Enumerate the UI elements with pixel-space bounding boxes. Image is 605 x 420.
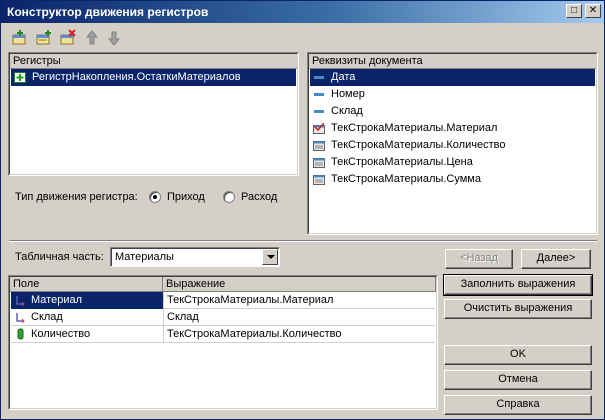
- radio-expense[interactable]: [223, 191, 235, 203]
- radio-income-label[interactable]: Приход: [167, 191, 205, 203]
- field-expression-grid[interactable]: Поле Выражение Материал ТекСтрокаМатериа…: [8, 275, 438, 410]
- delete-register-icon: [60, 29, 76, 45]
- expression-cell[interactable]: ТекСтрокаМатериалы.Материал: [164, 292, 435, 309]
- maximize-icon: □: [570, 5, 578, 16]
- attribute-item[interactable]: ТекСтрокаМатериалы.Материал: [310, 120, 595, 137]
- cancel-button-label: Отмена: [498, 373, 538, 385]
- column-header-expression[interactable]: Выражение: [163, 277, 436, 292]
- attribute-item-label: Склад: [331, 105, 363, 117]
- attribute-item-label: ТекСтрокаМатериалы.Количество: [331, 139, 506, 151]
- add-register-copy-icon: [36, 30, 51, 45]
- table-row[interactable]: Количество ТекСтрокаМатериалы.Количество: [11, 326, 435, 343]
- move-down-icon: [107, 31, 121, 46]
- fill-expressions-button[interactable]: Заполнить выражения: [443, 274, 593, 296]
- register-item-label: РегистрНакопления.ОстаткиМатериалов: [32, 71, 241, 83]
- ok-button-label: OK: [510, 348, 526, 360]
- help-button[interactable]: Справка: [444, 395, 592, 415]
- divider: [9, 240, 597, 242]
- add-register-button[interactable]: [11, 29, 29, 47]
- move-up-button[interactable]: [83, 29, 101, 47]
- tabular-attribute-icon: [313, 175, 325, 185]
- field-cell[interactable]: Материал: [11, 292, 164, 309]
- table-row[interactable]: Материал ТекСтрокаМатериалы.Материал: [11, 292, 435, 309]
- registers-list[interactable]: Регистры РегистрНакопления.ОстаткиМатери…: [8, 52, 299, 176]
- radio-income[interactable]: [149, 191, 161, 203]
- resource-icon: [17, 328, 24, 340]
- registers-header: Регистры: [10, 54, 297, 69]
- title-bar[interactable]: Конструктор движения регистров □ ✕: [1, 1, 604, 23]
- attribute-item-label: Номер: [331, 88, 365, 100]
- copy-register-button[interactable]: [35, 29, 53, 47]
- attribute-icon: [314, 110, 324, 113]
- attributes-header: Реквизиты документа: [309, 54, 596, 69]
- register-movement-wizard-window: Конструктор движения регистров □ ✕ Регис…: [0, 0, 605, 420]
- window-title: Конструктор движения регистров: [7, 5, 209, 19]
- register-item[interactable]: РегистрНакопления.ОстаткиМатериалов: [11, 69, 296, 86]
- attribute-item-label: ТекСтрокаМатериалы.Цена: [331, 156, 473, 168]
- clear-expressions-button[interactable]: Очистить выражения: [444, 299, 592, 319]
- table-row[interactable]: Склад Склад: [11, 309, 435, 326]
- attribute-item[interactable]: ТекСтрокаМатериалы.Сумма: [310, 171, 595, 188]
- back-button-label: <Назад: [460, 252, 498, 264]
- field-cell-label: Материал: [31, 294, 82, 306]
- expression-cell[interactable]: ТекСтрокаМатериалы.Количество: [164, 326, 435, 343]
- move-up-icon: [85, 30, 99, 45]
- attribute-item[interactable]: Дата: [310, 69, 595, 86]
- field-cell-label: Склад: [31, 311, 63, 323]
- clear-expressions-label: Очистить выражения: [463, 302, 573, 314]
- move-down-button[interactable]: [105, 29, 123, 47]
- attribute-item-label: ТекСтрокаМатериалы.Материал: [331, 122, 498, 134]
- tabular-section-label: Табличная часть:: [15, 251, 104, 263]
- tabular-attribute-icon: [313, 158, 325, 168]
- movement-type-label: Тип движения регистра:: [15, 191, 138, 203]
- maximize-button[interactable]: □: [566, 4, 582, 18]
- radio-expense-label[interactable]: Расход: [241, 191, 277, 203]
- tabular-section-value: Материалы: [115, 251, 174, 263]
- attribute-item[interactable]: Номер: [310, 86, 595, 103]
- field-cell[interactable]: Склад: [11, 309, 164, 326]
- attribute-item[interactable]: ТекСтрокаМатериалы.Цена: [310, 154, 595, 171]
- tabular-attribute-icon: [313, 141, 325, 151]
- close-button[interactable]: ✕: [585, 4, 601, 18]
- cancel-button[interactable]: Отмена: [444, 370, 592, 390]
- document-attributes-list[interactable]: Реквизиты документа Дата Номер Склад Тек: [307, 52, 598, 235]
- fill-expressions-label: Заполнить выражения: [460, 278, 576, 290]
- attribute-item[interactable]: Склад: [310, 103, 595, 120]
- tabular-section-select[interactable]: Материалы: [110, 247, 280, 267]
- accumulation-register-icon: [14, 72, 26, 83]
- field-cell[interactable]: Количество: [11, 326, 164, 343]
- chevron-down-icon[interactable]: [262, 249, 278, 265]
- dimension-icon: [16, 313, 25, 323]
- back-button[interactable]: <Назад: [445, 249, 513, 269]
- tabular-attribute-checked-icon: [313, 123, 325, 134]
- field-cell-label: Количество: [31, 328, 91, 340]
- next-button-label: Далее>: [536, 252, 576, 264]
- delete-register-button[interactable]: [59, 29, 77, 47]
- expression-cell[interactable]: Склад: [164, 309, 435, 326]
- attribute-item[interactable]: ТекСтрокаМатериалы.Количество: [310, 137, 595, 154]
- add-register-icon: [12, 30, 26, 45]
- next-button[interactable]: Далее>: [521, 249, 591, 269]
- column-header-field[interactable]: Поле: [10, 277, 163, 292]
- close-icon: ✕: [588, 5, 598, 16]
- help-button-label: Справка: [496, 398, 540, 410]
- attribute-icon: [314, 93, 324, 96]
- attribute-item-label: ТекСтрокаМатериалы.Сумма: [331, 173, 481, 185]
- attribute-icon: [314, 76, 324, 79]
- dimension-icon: [16, 296, 25, 306]
- attribute-item-label: Дата: [331, 71, 356, 83]
- ok-button[interactable]: OK: [444, 345, 592, 365]
